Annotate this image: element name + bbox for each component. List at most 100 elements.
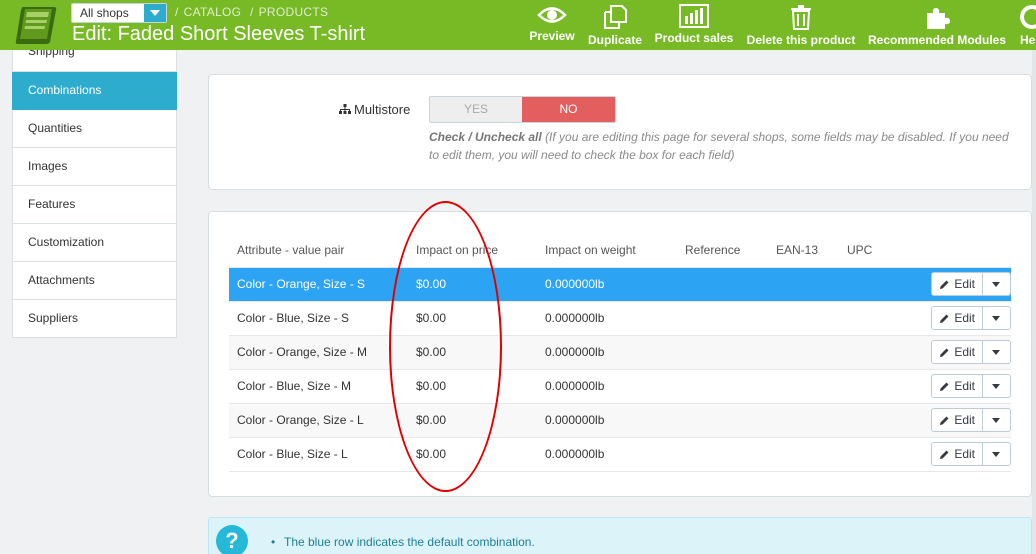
cell-upc — [839, 403, 909, 438]
table-header-row: Attribute - value pair Impact on price I… — [229, 233, 1011, 268]
sitemap-icon — [339, 104, 351, 114]
prestashop-logo[interactable] — [14, 4, 58, 46]
cell-price: $0.00 — [408, 301, 537, 336]
cell-upc — [839, 301, 909, 336]
cell-actions: Edit — [909, 437, 1011, 472]
cell-price: $0.00 — [408, 437, 537, 472]
cell-actions: Edit — [909, 267, 1011, 302]
multistore-yes-option[interactable]: YES — [430, 97, 522, 122]
bar-chart-icon — [679, 4, 709, 28]
cell-ean13 — [768, 335, 839, 370]
breadcrumb-products[interactable]: PRODUCTS — [259, 5, 329, 19]
sidebar-item-label: Quantities — [28, 121, 83, 135]
cell-upc — [839, 335, 909, 370]
cell-ean13 — [768, 301, 839, 336]
edit-label: Edit — [954, 413, 975, 427]
product-sales-label: Product sales — [654, 31, 734, 45]
sidebar-item-label: Attachments — [28, 273, 95, 287]
cell-actions: Edit — [909, 369, 1011, 404]
edit-button[interactable]: Edit — [932, 307, 983, 329]
cell-weight: 0.000000lb — [537, 301, 677, 336]
sidebar-item-images[interactable]: Images — [12, 148, 177, 186]
sidebar-item-customization[interactable]: Customization — [12, 224, 177, 262]
page-scrollbar[interactable] — [1032, 50, 1036, 554]
chevron-down-icon[interactable] — [983, 307, 1010, 329]
sidebar-item-label: Shipping — [28, 50, 75, 58]
page-title: Edit: Faded Short Sleeves T-shirt — [72, 23, 366, 45]
recommended-modules-button[interactable]: Recommended Modules — [867, 0, 1007, 50]
info-alert: ? The blue row indicates the default com… — [208, 517, 1032, 554]
trash-icon — [791, 5, 811, 30]
cell-weight: 0.000000lb — [537, 267, 677, 302]
pencil-icon — [940, 382, 949, 391]
cell-reference — [677, 301, 768, 336]
chevron-down-icon[interactable] — [983, 443, 1010, 465]
product-sales-button[interactable]: Product sales — [654, 0, 734, 50]
chevron-down-icon[interactable] — [983, 409, 1010, 431]
breadcrumb: / CATALOG / PRODUCTS — [175, 5, 329, 19]
cell-reference — [677, 403, 768, 438]
sidebar-item-label: Customization — [28, 235, 105, 249]
multistore-toggle[interactable]: YES NO — [429, 96, 616, 123]
pencil-icon — [940, 416, 949, 425]
recommended-modules-label: Recommended Modules — [867, 33, 1007, 47]
check-uncheck-all-link[interactable]: Check / Uncheck all — [429, 130, 542, 144]
cell-attribute: Color - Blue, Size - L — [229, 437, 408, 472]
cell-weight: 0.000000lb — [537, 369, 677, 404]
breadcrumb-catalog[interactable]: CATALOG — [184, 5, 242, 19]
sidebar-item-combinations[interactable]: Combinations — [12, 72, 177, 110]
delete-product-label: Delete this product — [746, 33, 856, 47]
preview-button[interactable]: Preview — [527, 0, 577, 50]
product-tabs-sidebar: Shipping Combinations Quantities Images … — [12, 50, 177, 338]
edit-button-group: Edit — [931, 306, 1011, 330]
sidebar-item-features[interactable]: Features — [12, 186, 177, 224]
cell-price: $0.00 — [408, 403, 537, 438]
sidebar-item-quantities[interactable]: Quantities — [12, 110, 177, 148]
edit-button-group: Edit — [931, 374, 1011, 398]
shop-context-select[interactable]: All shops — [71, 3, 167, 23]
chevron-down-icon[interactable] — [144, 4, 166, 22]
chevron-down-icon[interactable] — [983, 273, 1010, 295]
sidebar-item-label: Images — [28, 159, 68, 173]
multistore-help-text: Check / Uncheck all (If you are editing … — [429, 128, 1009, 164]
chevron-down-icon[interactable] — [983, 341, 1010, 363]
table-row[interactable]: Color - Blue, Size - S $0.00 0.000000lb … — [229, 301, 1011, 336]
table-row[interactable]: Color - Blue, Size - M $0.00 0.000000lb … — [229, 369, 1011, 404]
cell-upc — [839, 437, 909, 472]
cell-reference — [677, 335, 768, 370]
edit-button[interactable]: Edit — [932, 273, 983, 295]
cell-reference — [677, 369, 768, 404]
duplicate-label: Duplicate — [587, 33, 642, 47]
column-header-upc: UPC — [839, 233, 909, 268]
sidebar-item-shipping[interactable]: Shipping — [12, 50, 177, 72]
edit-button[interactable]: Edit — [932, 341, 983, 363]
delete-product-button[interactable]: Delete this product — [745, 0, 857, 50]
column-header-ean13: EAN-13 — [768, 233, 839, 268]
top-header: All shops / CATALOG / PRODUCTS Edit: Faded… — [0, 0, 1036, 50]
edit-button[interactable]: Edit — [932, 443, 983, 465]
shop-select-value: All shops — [80, 6, 129, 20]
cell-ean13 — [768, 369, 839, 404]
edit-button[interactable]: Edit — [932, 409, 983, 431]
sidebar-item-label: Suppliers — [28, 311, 79, 325]
cell-ean13 — [768, 437, 839, 472]
multistore-no-option[interactable]: NO — [522, 97, 615, 122]
help-button[interactable]: He — [1017, 0, 1036, 50]
help-lifebuoy-icon — [1020, 5, 1036, 29]
chevron-down-icon[interactable] — [983, 375, 1010, 397]
sidebar-item-suppliers[interactable]: Suppliers — [12, 300, 177, 338]
table-row[interactable]: Color - Orange, Size - M $0.00 0.000000l… — [229, 335, 1011, 370]
pencil-icon — [940, 314, 949, 323]
table-row[interactable]: Color - Blue, Size - L $0.00 0.000000lb … — [229, 437, 1011, 472]
edit-button[interactable]: Edit — [932, 375, 983, 397]
table-row[interactable]: Color - Orange, Size - S $0.00 0.000000l… — [229, 267, 1011, 302]
sidebar-item-label: Combinations — [28, 83, 102, 97]
duplicate-button[interactable]: Duplicate — [586, 0, 644, 50]
edit-button-group: Edit — [931, 272, 1011, 296]
table-row[interactable]: Color - Orange, Size - L $0.00 0.000000l… — [229, 403, 1011, 438]
pencil-icon — [940, 348, 949, 357]
sidebar-item-attachments[interactable]: Attachments — [12, 262, 177, 300]
combinations-panel: Attribute - value pair Impact on price I… — [208, 211, 1032, 497]
cell-weight: 0.000000lb — [537, 403, 677, 438]
preview-label: Preview — [529, 29, 575, 43]
